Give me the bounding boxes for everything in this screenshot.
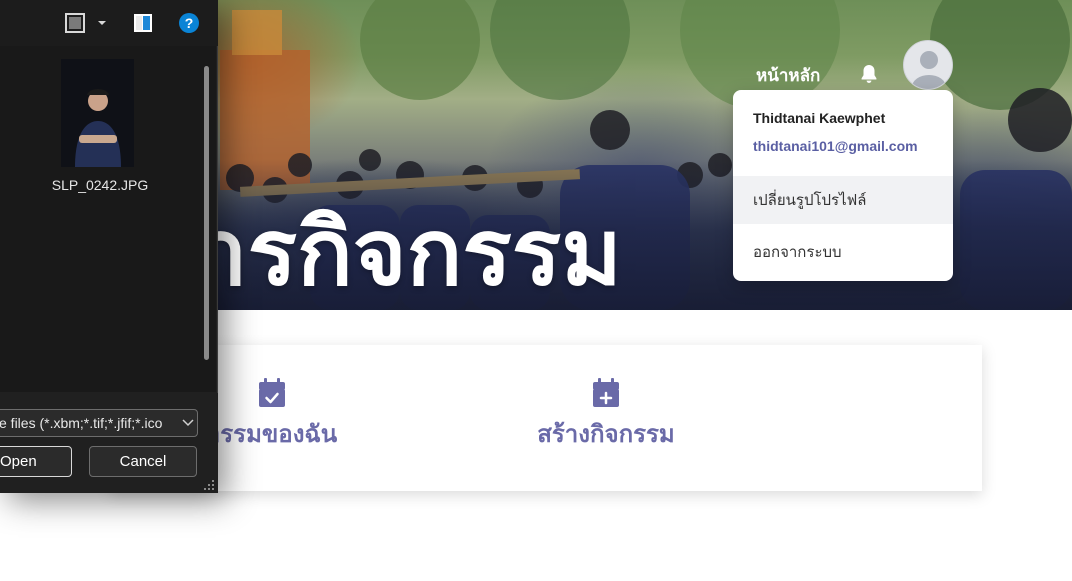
help-icon[interactable]: ? [178,12,200,34]
profile-user-name: Thidtanai Kaewphet [753,110,886,126]
bell-icon[interactable] [857,62,881,86]
logout-item[interactable]: ออกจากระบบ [733,228,953,276]
calendar-check-icon [259,378,285,407]
file-name-label[interactable]: SLP_0242.JPG [40,177,160,193]
vertical-scrollbar[interactable] [204,66,209,360]
view-mode-icon[interactable] [64,12,86,34]
file-thumbnail[interactable] [61,59,134,167]
cancel-button[interactable]: Cancel [89,446,197,477]
chevron-down-icon [182,419,194,427]
resize-grip-icon[interactable] [203,479,215,491]
user-avatar-icon[interactable] [903,40,953,90]
chevron-down-icon[interactable] [94,12,116,34]
file-type-select[interactable]: e files (*.xbm;*.tif;*.jfif;*.ico [0,409,198,437]
dialog-footer [0,393,218,493]
open-button[interactable]: Open [0,446,72,477]
profile-email: thidtanai101@gmail.com [753,138,918,154]
hero-title: ารกิจกรรม [196,199,622,306]
file-open-dialog: ? SLP_0242.JPG e files (*.xbm;*.tif;*.jf… [0,0,218,493]
preview-pane-icon[interactable] [132,12,154,34]
create-activity-label: สร้างกิจกรรม [537,420,675,448]
svg-text:?: ? [185,15,194,31]
nav-home-link[interactable]: หน้าหลัก [756,62,820,89]
profile-dropdown: Thidtanai Kaewphet thidtanai101@gmail.co… [733,90,953,281]
dialog-toolbar: ? [0,0,218,46]
change-profile-picture-item[interactable]: เปลี่ยนรูปโปรไฟล์ [733,176,953,224]
screen: ารกิจกรรม หน้าหลัก Thidtanai Kaewphet th… [0,0,1072,581]
create-activity-link[interactable]: สร้างกิจกรรม [506,378,706,453]
calendar-plus-icon [593,378,619,407]
